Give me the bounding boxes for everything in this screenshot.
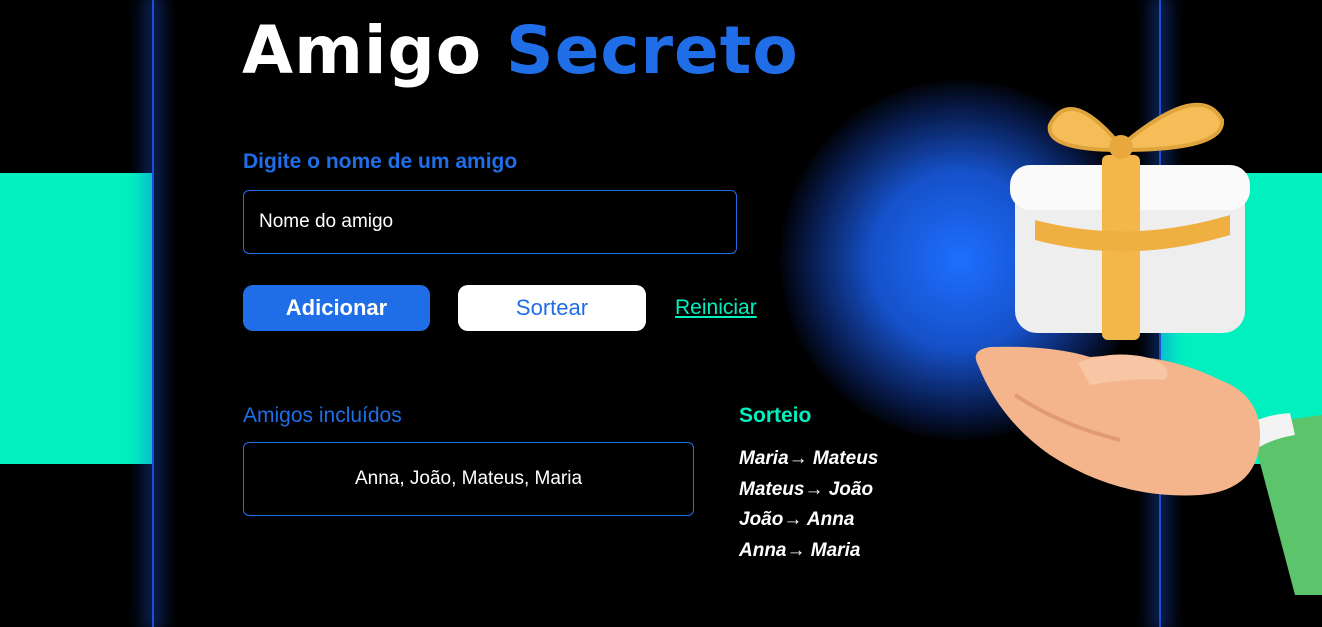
draw-result-item: Maria→ Mateus [739, 448, 879, 469]
bow-knot [1109, 135, 1133, 159]
title-word-amigo: Amigo [242, 12, 483, 89]
draw-result-item: João→ Anna [739, 509, 855, 530]
gift-on-hand-illustration [975, 102, 1322, 595]
draw-result-item: Anna→ Maria [739, 539, 861, 561]
friends-heading: Amigos incluídos [243, 404, 402, 427]
page-title: Amigo Secreto [242, 6, 799, 96]
friends-list-text: Anna, João, Mateus, Maria [354, 468, 583, 489]
panel-left-edge [152, 0, 154, 627]
title-word-secreto: Secreto [506, 12, 799, 89]
friends-list-box: Anna, João, Mateus, Maria [243, 442, 694, 516]
left-teal-band [0, 173, 152, 464]
draw-button[interactable]: Sortear [458, 285, 646, 331]
draw-results-list: Maria→ Mateus Mateus→ João João→ Anna An… [739, 444, 878, 566]
draw-result-item: Mateus→ João [739, 478, 874, 500]
add-button[interactable]: Adicionar [243, 285, 430, 331]
friend-name-label: Digite o nome de um amigo [243, 150, 518, 173]
reset-link[interactable]: Reiniciar [675, 296, 757, 320]
bow-right-loop [1120, 102, 1225, 153]
friend-name-input[interactable] [243, 190, 737, 254]
draw-heading: Sorteio [739, 404, 812, 427]
